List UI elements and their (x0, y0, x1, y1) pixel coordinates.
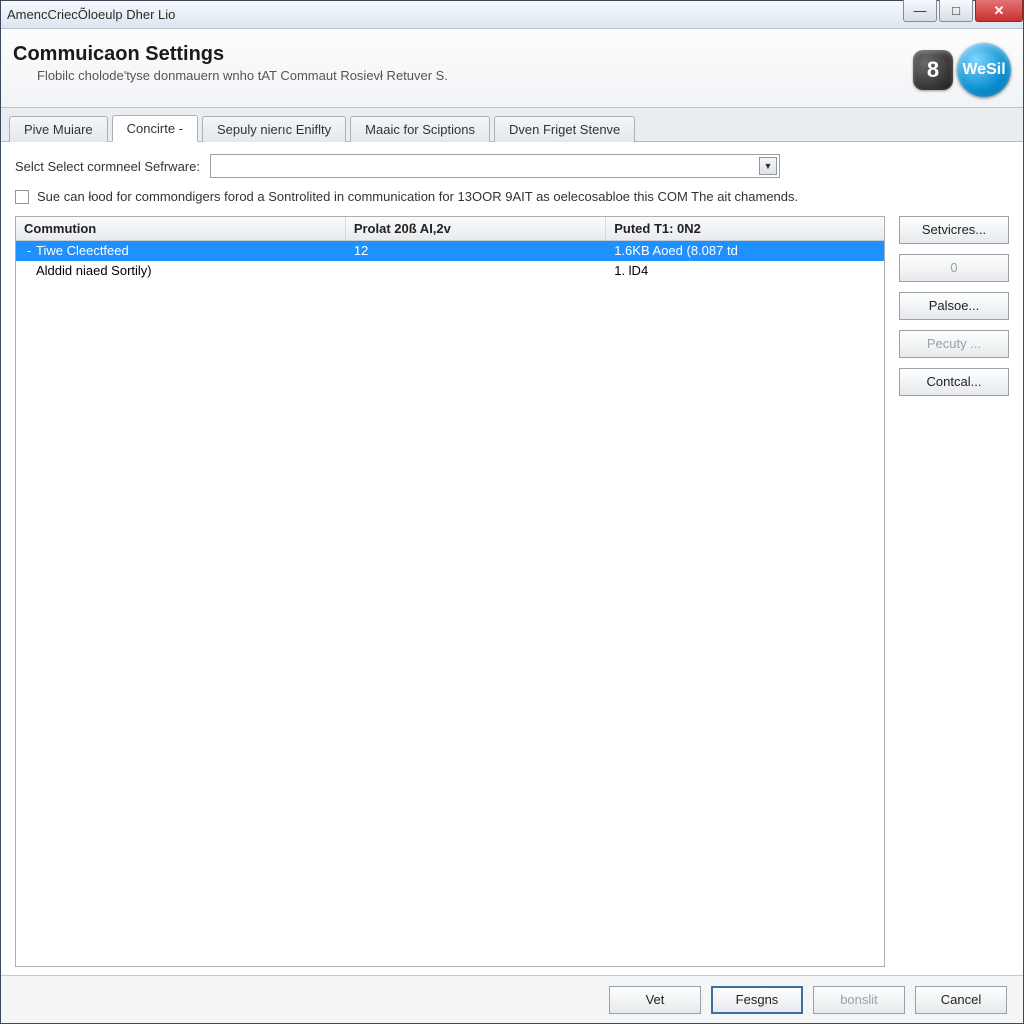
side-button-column: Setvicres... 0 Palsoe... Pecuty ... Cont… (899, 216, 1009, 967)
tab-pive-muiare[interactable]: Pive Muiare (9, 116, 108, 142)
table-body: -Tiwe Cleectfeed 12 1.6KB Aoed (8.087 td… (16, 241, 884, 966)
zero-button[interactable]: 0 (899, 254, 1009, 282)
cell-name-text: Alddid niaed Sortily) (36, 263, 152, 278)
close-button[interactable]: ✕ (975, 0, 1023, 22)
connections-table[interactable]: Commution Prolat 20ß AI,2v Puted T1: 0N2… (15, 216, 885, 967)
row-expander-icon[interactable]: - (24, 243, 34, 258)
page-subtitle: Flobilc cholode'tyse donmauern wnho tAT … (13, 68, 913, 83)
vet-button[interactable]: Vet (609, 986, 701, 1014)
window-frame: AmencCriecÕloeulp Dher Lio — □ ✕ Commuic… (0, 0, 1024, 1024)
cell-prolat (346, 269, 606, 273)
header-badges: 8 WeSil (913, 43, 1005, 97)
option-checkbox-label: Sue can łood for commondigers forod a So… (37, 188, 798, 206)
chevron-down-icon: ▼ (759, 157, 777, 175)
th-puted[interactable]: Puted T1: 0N2 (606, 217, 884, 240)
cancel-button[interactable]: Cancel (915, 986, 1007, 1014)
cell-name: Alddid niaed Sortily) (16, 261, 346, 280)
maximize-button[interactable]: □ (939, 0, 973, 22)
tab-sepuly[interactable]: Sepuly nierıc Eniflty (202, 116, 346, 142)
tab-dven[interactable]: Dven Friget Stenve (494, 116, 635, 142)
pause-button[interactable]: Palsoe... (899, 292, 1009, 320)
table-header: Commution Prolat 20ß AI,2v Puted T1: 0N2 (16, 217, 884, 241)
pecuty-button[interactable]: Pecuty ... (899, 330, 1009, 358)
content-row: Commution Prolat 20ß AI,2v Puted T1: 0N2… (15, 216, 1009, 967)
cell-puted: 1.6KB Aoed (8.087 td (606, 241, 884, 260)
tab-panel: Selct Select cormneel Sefrware: ▼ Sue ca… (1, 142, 1023, 975)
th-prolat[interactable]: Prolat 20ß AI,2v (346, 217, 606, 240)
page-title: Commuicaon Settings (13, 43, 913, 66)
cell-name-text: Tiwe Cleectfeed (36, 243, 129, 258)
brand-orb-icon: WeSil (957, 43, 1011, 97)
bonslit-button[interactable]: bonslit (813, 986, 905, 1014)
software-select-row: Selct Select cormneel Sefrware: ▼ (15, 154, 1009, 178)
contcal-button[interactable]: Contcal... (899, 368, 1009, 396)
close-icon: ✕ (994, 3, 1005, 19)
version-badge-icon: 8 (913, 50, 953, 90)
cell-prolat: 12 (346, 241, 606, 260)
titlebar: AmencCriecÕloeulp Dher Lio — □ ✕ (1, 1, 1023, 29)
software-select-dropdown[interactable]: ▼ (210, 154, 780, 178)
services-button[interactable]: Setvicres... (899, 216, 1009, 244)
window-controls: — □ ✕ (903, 1, 1023, 28)
tab-concirte[interactable]: Concirte - (112, 115, 198, 142)
fesgns-button[interactable]: Fesgns (711, 986, 803, 1014)
table-row[interactable]: Alddid niaed Sortily) 1. lD4 (16, 261, 884, 281)
option-row: Sue can łood for commondigers forod a So… (15, 188, 835, 206)
table-row[interactable]: -Tiwe Cleectfeed 12 1.6KB Aoed (8.087 td (16, 241, 884, 261)
window-title: AmencCriecÕloeulp Dher Lio (7, 7, 903, 22)
option-checkbox[interactable] (15, 190, 29, 204)
tab-maaic[interactable]: Maaic for Sciptions (350, 116, 490, 142)
header-text-group: Commuicaon Settings Flobilc cholode'tyse… (13, 43, 913, 83)
tab-strip: Pive Muiare Concirte - Sepuly nierıc Eni… (1, 108, 1023, 142)
software-select-label: Selct Select cormneel Sefrware: (15, 159, 200, 174)
th-commution[interactable]: Commution (16, 217, 346, 240)
dialog-footer: Vet Fesgns bonslit Cancel (1, 975, 1023, 1023)
cell-name: -Tiwe Cleectfeed (16, 241, 346, 260)
page-header: Commuicaon Settings Flobilc cholode'tyse… (1, 29, 1023, 108)
cell-puted: 1. lD4 (606, 261, 884, 280)
minimize-icon: — (914, 3, 927, 18)
maximize-icon: □ (952, 3, 960, 18)
minimize-button[interactable]: — (903, 0, 937, 22)
